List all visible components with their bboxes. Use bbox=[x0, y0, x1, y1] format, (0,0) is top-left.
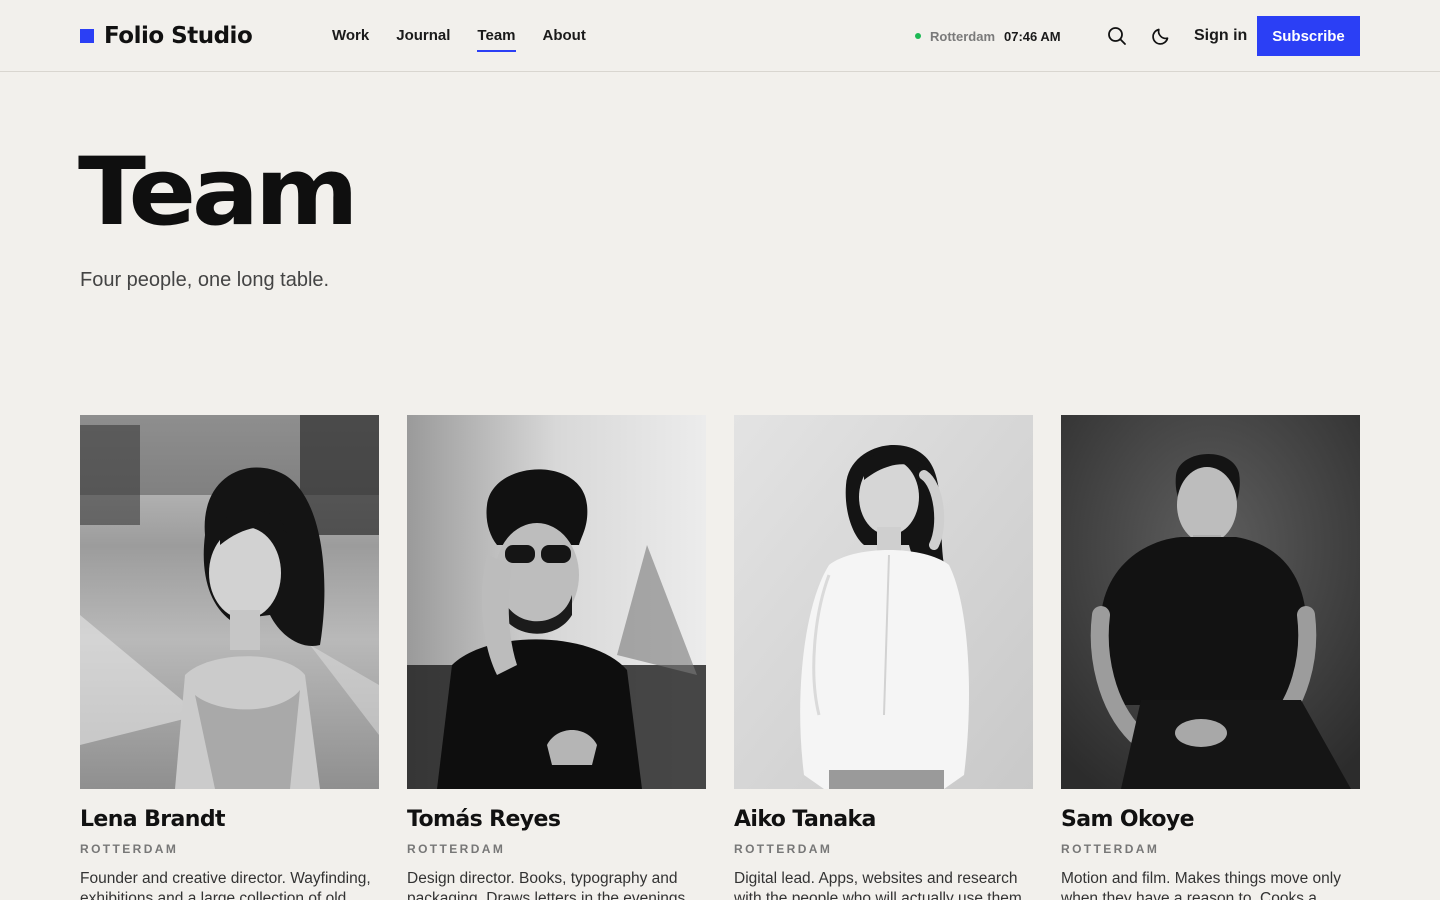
moon-icon bbox=[1152, 28, 1169, 45]
member-name: Lena Brandt bbox=[80, 807, 226, 832]
team-card[interactable]: Aiko Tanaka ROTTERDAM Digital lead. Apps… bbox=[734, 415, 1033, 900]
main-nav: Work Journal Team About bbox=[332, 0, 613, 72]
nav-item-about[interactable]: About bbox=[543, 26, 586, 46]
logo-square-icon bbox=[80, 29, 94, 43]
member-name: Sam Okoye bbox=[1061, 807, 1195, 832]
team-card[interactable]: Lena Brandt ROTTERDAM Founder and creati… bbox=[80, 415, 379, 900]
portrait-image bbox=[80, 415, 379, 789]
nav-item-team[interactable]: Team bbox=[477, 26, 516, 52]
subscribe-button[interactable]: Subscribe bbox=[1257, 16, 1360, 56]
team-card[interactable]: Tomás Reyes ROTTERDAM Design director. B… bbox=[407, 415, 706, 900]
portrait-image bbox=[407, 415, 706, 789]
location-status: Rotterdam 07:46 AM bbox=[915, 27, 1061, 45]
member-photo bbox=[734, 415, 1033, 789]
member-location: ROTTERDAM bbox=[407, 842, 506, 856]
sign-in-link[interactable]: Sign in bbox=[1194, 25, 1247, 47]
search-icon bbox=[1108, 27, 1126, 45]
page-subtitle: Four people, one long table. bbox=[80, 269, 330, 291]
member-bio: Digital lead. Apps, websites and researc… bbox=[734, 870, 1027, 900]
nav-item-work[interactable]: Work bbox=[332, 26, 369, 46]
status-time: 07:46 AM bbox=[1004, 28, 1061, 44]
member-photo bbox=[1061, 415, 1360, 789]
team-card[interactable]: Sam Okoye ROTTERDAM Motion and film. Mak… bbox=[1061, 415, 1360, 900]
member-location: ROTTERDAM bbox=[734, 842, 833, 856]
member-name: Aiko Tanaka bbox=[734, 807, 876, 832]
search-button[interactable] bbox=[1105, 24, 1129, 48]
nav-item-journal[interactable]: Journal bbox=[396, 26, 450, 46]
page-title: Team bbox=[78, 138, 359, 247]
member-name: Tomás Reyes bbox=[407, 807, 561, 832]
site-header: Folio Studio Work Journal Team About Rot… bbox=[0, 0, 1440, 72]
status-city: Rotterdam bbox=[930, 28, 996, 44]
brand-logo[interactable]: Folio Studio bbox=[80, 22, 253, 50]
member-location: ROTTERDAM bbox=[1061, 842, 1160, 856]
theme-toggle-button[interactable] bbox=[1149, 24, 1173, 48]
member-photo bbox=[407, 415, 706, 789]
member-photo bbox=[80, 415, 379, 789]
portrait-image bbox=[1061, 415, 1360, 789]
member-bio: Founder and creative director. Wayfindin… bbox=[80, 870, 371, 900]
member-bio: Design director. Books, typography and p… bbox=[407, 870, 690, 900]
team-grid: Lena Brandt ROTTERDAM Founder and creati… bbox=[80, 415, 1360, 900]
member-bio: Motion and film. Makes things move only … bbox=[1061, 870, 1341, 900]
member-location: ROTTERDAM bbox=[80, 842, 179, 856]
brand-name: Folio Studio bbox=[104, 23, 253, 49]
portrait-image bbox=[734, 415, 1033, 789]
online-dot-icon bbox=[915, 33, 921, 39]
